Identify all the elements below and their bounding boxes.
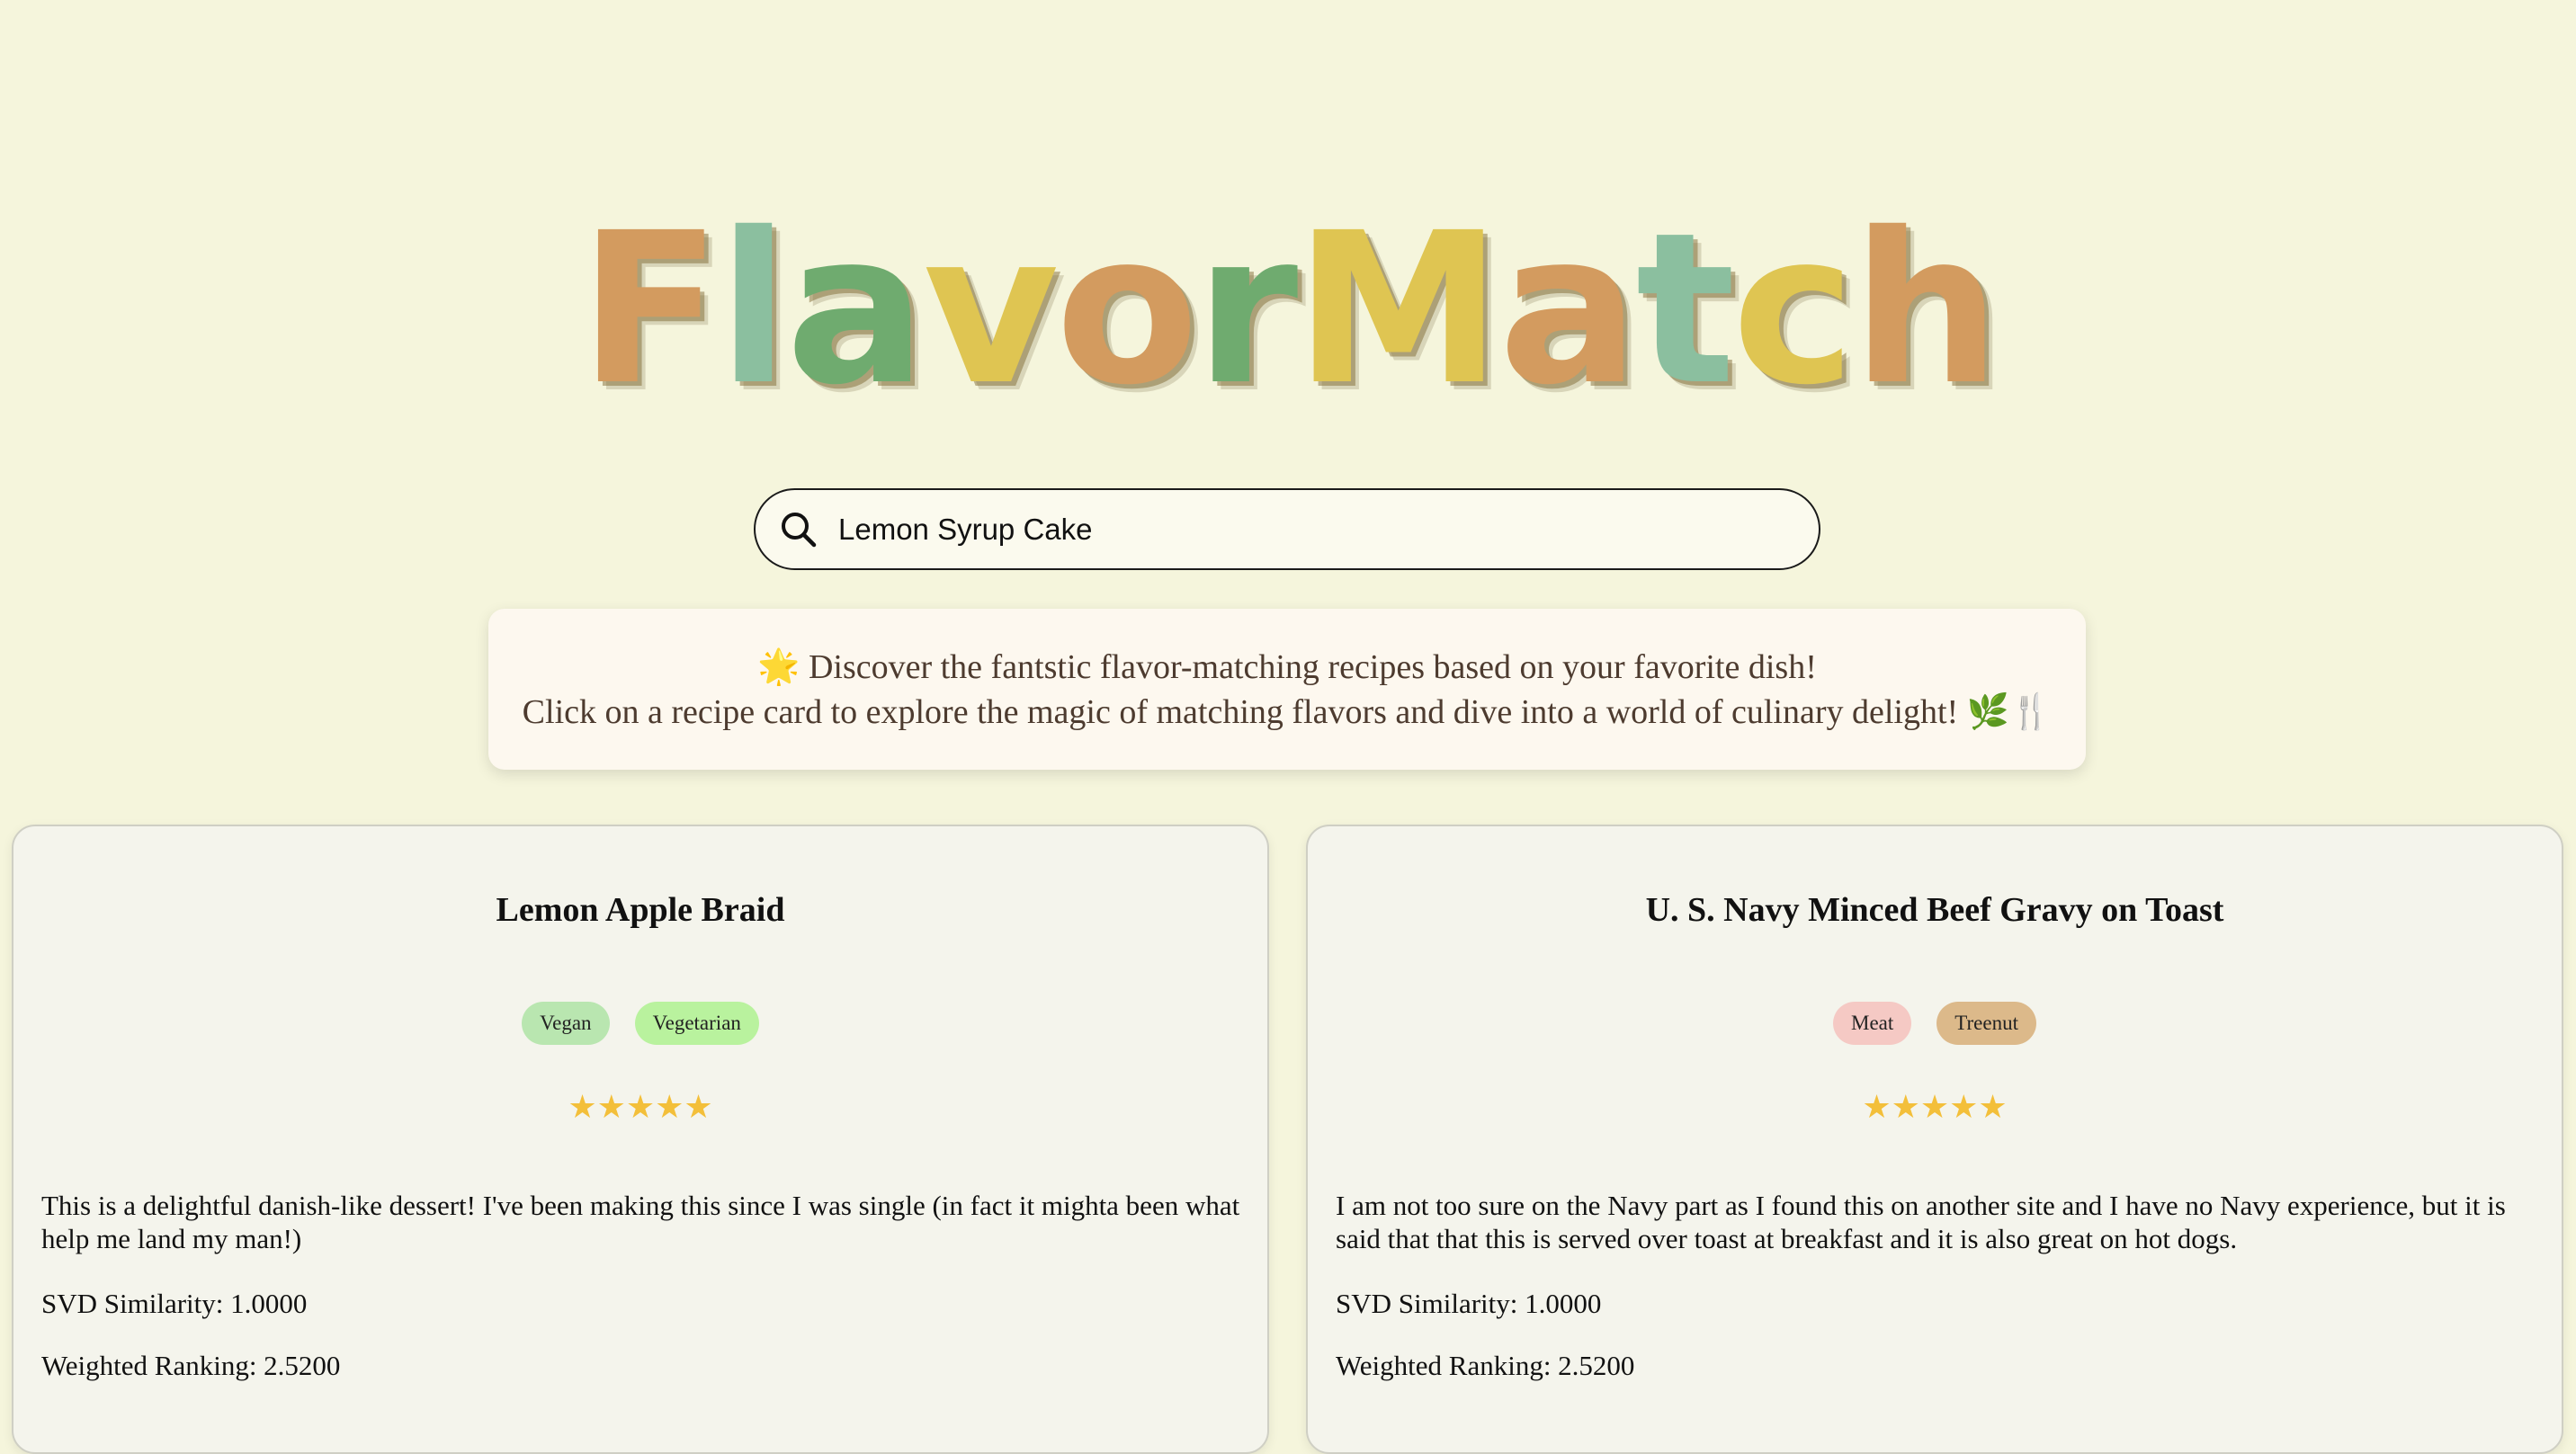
recipe-title: U. S. Navy Minced Beef Gravy on Toast	[1645, 891, 2224, 929]
recipe-card[interactable]: Lemon Apple Braid Vegan Vegetarian ★★★★★…	[12, 825, 1269, 1454]
recipe-card[interactable]: U. S. Navy Minced Beef Gravy on Toast Me…	[1306, 825, 2563, 1454]
search-icon	[782, 512, 817, 547]
logo-letter: a	[785, 188, 927, 431]
intro-banner: 🌟 Discover the fantstic flavor-matching …	[488, 609, 2086, 770]
search-input[interactable]	[838, 512, 1783, 547]
tag-badge: Vegetarian	[634, 1002, 759, 1045]
logo-letter: t	[1635, 188, 1736, 431]
star-rating: ★★★★★	[1862, 1089, 2008, 1126]
logo-letter: v	[923, 188, 1059, 431]
tag-badge: Treenut	[1936, 1002, 2036, 1045]
tag-list: Meat Treenut	[1308, 1002, 2562, 1045]
logo-letter: c	[1731, 188, 1856, 431]
recipe-title: Lemon Apple Braid	[496, 891, 785, 929]
logo-letter: a	[1498, 188, 1640, 431]
logo-letter: o	[1055, 188, 1198, 431]
tag-badge: Vegan	[522, 1002, 610, 1045]
svd-similarity: SVD Similarity: 1.0000	[1336, 1288, 1602, 1319]
tag-list: Vegan Vegetarian	[13, 1002, 1267, 1045]
search-bar[interactable]	[754, 488, 1820, 570]
recipe-description: This is a delightful danish-like dessert…	[41, 1190, 1240, 1254]
svd-similarity: SVD Similarity: 1.0000	[41, 1288, 308, 1319]
logo-letter: h	[1852, 188, 2000, 431]
logo-letter: M	[1294, 188, 1502, 431]
recipe-description: I am not too sure on the Navy part as I …	[1336, 1190, 2506, 1254]
flavormatch-logo: FlavorMatch	[0, 205, 2576, 414]
logo-letter: r	[1194, 188, 1298, 431]
tag-badge: Meat	[1833, 1002, 1912, 1045]
star-rating: ★★★★★	[568, 1089, 713, 1126]
logo-letter: F	[578, 188, 721, 431]
intro-line-2: Click on a recipe card to explore the ma…	[522, 693, 2053, 731]
weighted-ranking: Weighted Ranking: 2.5200	[41, 1350, 341, 1381]
logo-letter: l	[718, 188, 790, 431]
weighted-ranking: Weighted Ranking: 2.5200	[1336, 1350, 1635, 1381]
intro-line-1: 🌟 Discover the fantstic flavor-matching …	[757, 648, 1817, 686]
